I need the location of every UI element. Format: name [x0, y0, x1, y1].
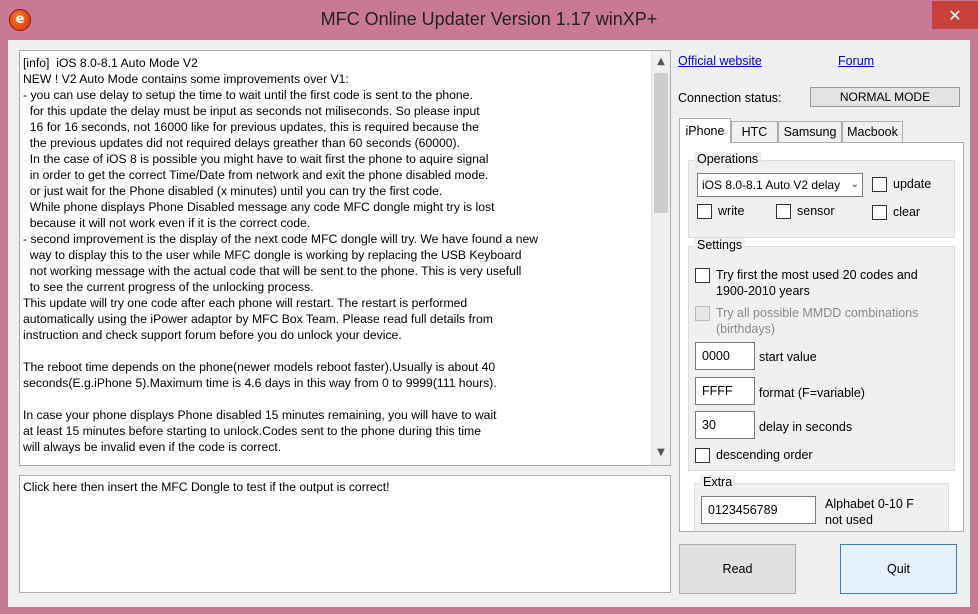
main-window: [info] iOS 8.0-8.1 Auto Mode V2 NEW ! V2…	[8, 40, 970, 607]
try-all-mmdd-checkbox-box	[695, 306, 710, 321]
tab-htc[interactable]: HTC	[731, 121, 778, 142]
tab-samsung[interactable]: Samsung	[778, 121, 842, 142]
settings-group: Settings Try first the most used 20 code…	[688, 238, 955, 471]
read-button[interactable]: Read	[679, 544, 796, 594]
operation-select[interactable]: iOS 8.0-8.1 Auto V2 delay ⌄	[697, 173, 863, 197]
try-first-codes-checkbox-box[interactable]	[695, 268, 710, 283]
tab-iphone[interactable]: iPhone	[679, 118, 731, 143]
delay-input[interactable]	[695, 411, 755, 439]
official-website-link[interactable]: Official website	[678, 54, 762, 68]
iphone-tab-panel: Operations iOS 8.0-8.1 Auto V2 delay ⌄ u…	[679, 142, 964, 532]
update-checkbox-label: update	[893, 177, 932, 191]
update-checkbox[interactable]: update	[872, 177, 942, 193]
close-button[interactable]: ✕	[932, 1, 978, 29]
extra-title: Extra	[700, 475, 736, 489]
descending-order-checkbox-box[interactable]	[695, 448, 710, 463]
alphabet-input[interactable]	[701, 496, 816, 524]
operation-selected-value: iOS 8.0-8.1 Auto V2 delay	[702, 178, 841, 192]
write-checkbox-label: write	[718, 204, 745, 218]
clear-checkbox-label: clear	[893, 205, 921, 219]
info-log-box[interactable]: [info] iOS 8.0-8.1 Auto Mode V2 NEW ! V2…	[19, 50, 671, 466]
operations-group: Operations iOS 8.0-8.1 Auto V2 delay ⌄ u…	[688, 152, 955, 238]
title-bar: e MFC Online Updater Version 1.17 winXP+…	[0, 0, 978, 40]
descending-order-label: descending order	[716, 448, 813, 462]
write-checkbox-box[interactable]	[697, 204, 712, 219]
descending-order-checkbox[interactable]: descending order	[695, 448, 835, 464]
quit-button[interactable]: Quit	[840, 544, 957, 594]
clear-checkbox[interactable]: clear	[872, 205, 932, 221]
extra-group: Extra Alphabet 0-10 F not used	[694, 475, 949, 531]
info-log-text: [info] iOS 8.0-8.1 Auto Mode V2 NEW ! V2…	[23, 56, 539, 454]
operations-title: Operations	[694, 152, 762, 166]
write-checkbox[interactable]: write	[697, 204, 757, 220]
start-value-input[interactable]	[695, 342, 755, 370]
format-input[interactable]	[695, 377, 755, 405]
delay-label: delay in seconds	[759, 420, 853, 434]
sensor-checkbox[interactable]: sensor	[776, 204, 846, 220]
update-checkbox-box[interactable]	[872, 177, 887, 192]
chevron-down-icon: ⌄	[850, 179, 859, 190]
scroll-up-arrow-icon[interactable]: ▲	[652, 53, 670, 71]
start-value-label: start value	[759, 350, 817, 364]
log-scrollbar[interactable]: ▲ ▼	[651, 51, 670, 465]
output-test-textarea[interactable]: Click here then insert the MFC Dongle to…	[19, 475, 671, 593]
try-first-codes-checkbox[interactable]: Try first the most used 20 codes and 190…	[695, 268, 935, 302]
try-all-mmdd-checkbox: Try all possible MMDD combinations (birt…	[695, 306, 935, 340]
connection-status-label: Connection status:	[678, 91, 782, 105]
try-first-codes-label: Try first the most used 20 codes and 190…	[716, 268, 918, 298]
tab-macbook[interactable]: Macbook	[842, 121, 903, 142]
alphabet-label: Alphabet 0-10 F not used	[825, 497, 914, 527]
scroll-down-arrow-icon[interactable]: ▼	[652, 444, 670, 462]
sensor-checkbox-label: sensor	[797, 204, 835, 218]
window-title: MFC Online Updater Version 1.17 winXP+	[320, 9, 658, 29]
try-all-mmdd-label: Try all possible MMDD combinations (birt…	[716, 306, 919, 336]
sensor-checkbox-box[interactable]	[776, 204, 791, 219]
settings-title: Settings	[694, 238, 746, 252]
scroll-thumb[interactable]	[654, 73, 668, 213]
connection-status-value: NORMAL MODE	[810, 87, 960, 107]
clear-checkbox-box[interactable]	[872, 205, 887, 220]
forum-link[interactable]: Forum	[838, 54, 874, 68]
format-label: format (F=variable)	[759, 386, 865, 400]
